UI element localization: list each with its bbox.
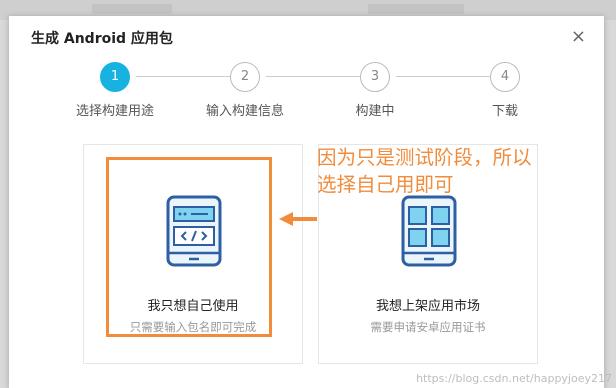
step-3-label: 构建中	[355, 104, 395, 119]
annotation-note: 因为只是测试阶段，所以 选择自己用即可	[317, 144, 532, 198]
step-1-label: 选择构建用途	[75, 104, 154, 119]
dialog-title: 生成 Android 应用包	[31, 31, 173, 47]
step-1-circle: 1	[100, 62, 130, 92]
step-4-label: 下载	[491, 104, 518, 119]
build-package-dialog: 生成 Android 应用包 × 1 2 3 4 选择构建用途 输入构建信息 构…	[9, 16, 604, 388]
step-connector	[136, 76, 230, 77]
step-2-label: 输入构建信息	[205, 104, 284, 119]
step-connector	[266, 76, 360, 77]
step-connector	[396, 76, 490, 77]
annotation-arrow-icon	[279, 212, 317, 226]
step-4-circle: 4	[490, 62, 520, 92]
option-subtitle: 需要申请安卓应用证书	[370, 320, 486, 334]
option-title: 我想上架应用市场	[375, 299, 480, 314]
background-toolbar-item	[368, 4, 464, 14]
background-toolbar-item	[92, 4, 172, 14]
annotation-line-1: 因为只是测试阶段，所以	[317, 146, 532, 169]
watermark: https://blog.csdn.net/happyjoey217	[416, 372, 612, 385]
step-3-circle: 3	[360, 62, 390, 92]
annotation-line-2: 选择自己用即可	[317, 173, 454, 196]
close-icon[interactable]: ×	[571, 28, 586, 46]
annotation-highlight-box	[106, 157, 272, 337]
step-2-circle: 2	[230, 62, 260, 92]
app-grid-phone-icon	[401, 195, 457, 267]
